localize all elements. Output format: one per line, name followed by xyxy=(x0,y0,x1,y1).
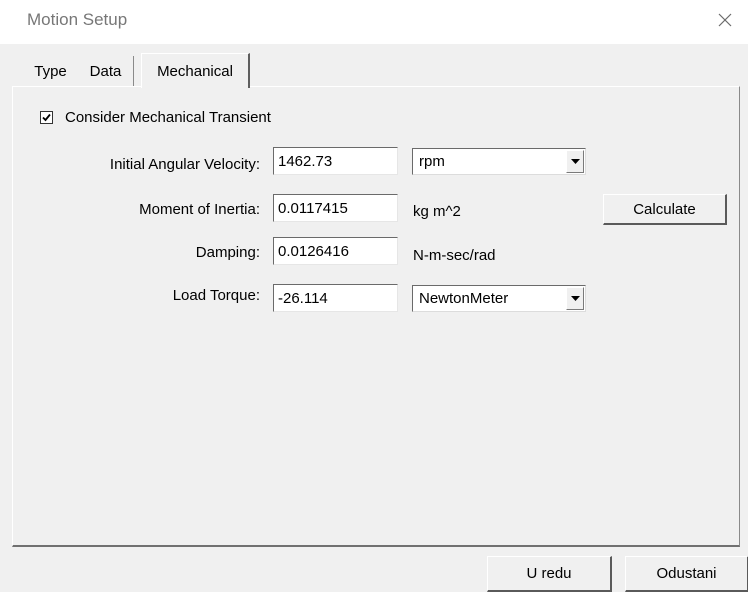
motion-setup-dialog: Motion Setup Type Data Mechanical Consid… xyxy=(0,0,748,592)
tab-mechanical[interactable]: Mechanical xyxy=(141,53,250,88)
damping-unit: N-m-sec/rad xyxy=(413,247,496,264)
load-torque-label: Load Torque: xyxy=(172,287,260,304)
close-button[interactable] xyxy=(702,0,748,40)
moment-of-inertia-unit: kg m^2 xyxy=(413,203,461,220)
damping-input[interactable] xyxy=(273,237,398,265)
ok-button[interactable]: U redu xyxy=(487,556,612,592)
load-torque-input[interactable] xyxy=(273,284,398,312)
cancel-button[interactable]: Odustani xyxy=(625,556,748,592)
moment-of-inertia-input[interactable] xyxy=(273,194,398,222)
tab-data[interactable]: Data xyxy=(78,56,134,86)
consider-mechanical-transient-checkbox[interactable]: Consider Mechanical Transient xyxy=(40,109,271,126)
window-title: Motion Setup xyxy=(27,10,128,29)
checkbox-label: Consider Mechanical Transient xyxy=(65,109,271,126)
tab-type[interactable]: Type xyxy=(23,56,79,86)
checkmark-icon xyxy=(42,113,51,122)
close-icon xyxy=(718,13,732,27)
load-torque-unit-value: NewtonMeter xyxy=(419,290,509,307)
initial-angular-velocity-label: Initial Angular Velocity: xyxy=(109,156,260,173)
damping-label: Damping: xyxy=(195,244,260,261)
tab-type-label: Type xyxy=(34,62,67,80)
tab-mechanical-label: Mechanical xyxy=(157,62,233,80)
initial-angular-velocity-input[interactable] xyxy=(273,147,398,175)
chevron-down-icon xyxy=(570,295,580,301)
angular-velocity-unit-value: rpm xyxy=(419,153,445,170)
tab-data-label: Data xyxy=(89,62,122,80)
load-torque-unit-select[interactable]: NewtonMeter xyxy=(412,285,586,312)
dropdown-button[interactable] xyxy=(566,150,584,173)
moment-of-inertia-label: Moment of Inertia: xyxy=(139,201,260,218)
calculate-button[interactable]: Calculate xyxy=(603,194,727,225)
checkbox-box[interactable] xyxy=(40,111,53,124)
angular-velocity-unit-select[interactable]: rpm xyxy=(412,148,586,175)
dropdown-button[interactable] xyxy=(566,287,584,310)
title-bar: Motion Setup xyxy=(0,0,748,44)
chevron-down-icon xyxy=(570,158,580,164)
